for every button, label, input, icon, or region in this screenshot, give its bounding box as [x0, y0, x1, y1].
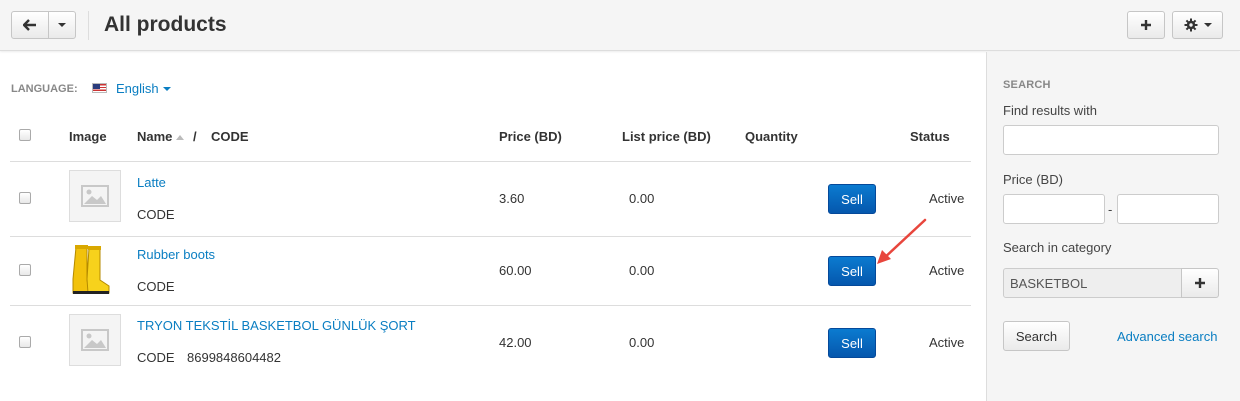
rubber-boots-icon: [72, 245, 110, 294]
toolbar-divider: [88, 11, 89, 40]
row-divider: [10, 305, 971, 306]
sell-button[interactable]: Sell: [828, 328, 876, 358]
arrow-left-icon: [23, 19, 36, 31]
caret-down-icon: [58, 23, 66, 27]
sell-button[interactable]: Sell: [828, 256, 876, 286]
language-value: English: [116, 81, 159, 96]
product-code-label: CODE: [137, 279, 175, 294]
product-image-placeholder[interactable]: [69, 170, 121, 222]
price-cell[interactable]: 42.00: [499, 335, 532, 350]
plus-icon: [1141, 20, 1151, 30]
language-label: LANGUAGE:: [11, 83, 78, 95]
column-header-separator: /: [193, 129, 197, 144]
language-selector[interactable]: English: [116, 81, 171, 96]
settings-dropdown-button[interactable]: [1172, 11, 1223, 39]
column-header-quantity[interactable]: Quantity: [745, 129, 798, 144]
product-code-value: 8699848604482: [187, 350, 281, 365]
advanced-search-link[interactable]: Advanced search: [1117, 329, 1217, 344]
caret-down-icon: [162, 86, 171, 91]
us-flag-icon: [92, 83, 107, 93]
price-cell[interactable]: 3.60: [499, 191, 524, 206]
row-checkbox[interactable]: [19, 264, 31, 276]
price-label: Price (BD): [1003, 172, 1063, 187]
price-range-separator: -: [1108, 202, 1113, 217]
sell-button[interactable]: Sell: [828, 184, 876, 214]
status-cell[interactable]: Active: [929, 263, 964, 278]
product-code-label: CODE: [137, 207, 175, 222]
row-divider: [10, 236, 971, 237]
price-to-input[interactable]: [1117, 194, 1219, 224]
list-price-cell[interactable]: 0.00: [629, 335, 654, 350]
column-header-name[interactable]: Name: [137, 129, 185, 144]
list-price-cell[interactable]: 0.00: [629, 191, 654, 206]
product-code-label: CODE: [137, 350, 175, 365]
product-image-rubber-boots[interactable]: [67, 243, 113, 297]
search-sidebar: SEARCH Find results with Price (BD) - Se…: [986, 52, 1240, 401]
column-header-price[interactable]: Price (BD): [499, 129, 562, 144]
top-toolbar: All products: [0, 0, 1240, 51]
select-all-checkbox[interactable]: [19, 129, 31, 141]
product-name-link[interactable]: Latte: [137, 175, 166, 190]
status-cell[interactable]: Active: [929, 335, 964, 350]
find-results-input[interactable]: [1003, 125, 1219, 155]
category-label: Search in category: [1003, 240, 1112, 255]
product-name-link[interactable]: Rubber boots: [137, 247, 215, 262]
price-from-input[interactable]: [1003, 194, 1105, 224]
category-field[interactable]: BASKETBOL: [1003, 268, 1182, 298]
sort-arrow-icon: [176, 134, 185, 140]
row-checkbox[interactable]: [19, 192, 31, 204]
column-header-name-label: Name: [137, 129, 173, 144]
annotation-arrow-icon: [877, 218, 927, 264]
back-button[interactable]: [11, 11, 49, 39]
product-image-placeholder[interactable]: [69, 314, 121, 366]
gear-icon: [1184, 18, 1197, 32]
price-cell[interactable]: 60.00: [499, 263, 532, 278]
back-history-dropdown[interactable]: [48, 11, 76, 39]
sidebar-heading: SEARCH: [1003, 79, 1051, 91]
column-header-list-price[interactable]: List price (BD): [622, 129, 711, 144]
find-results-label: Find results with: [1003, 103, 1097, 118]
row-checkbox[interactable]: [19, 336, 31, 348]
column-header-code[interactable]: CODE: [211, 129, 249, 144]
plus-icon: [1195, 278, 1205, 288]
image-placeholder-icon: [81, 185, 109, 207]
image-placeholder-icon: [81, 329, 109, 351]
status-cell[interactable]: Active: [929, 191, 964, 206]
add-category-button[interactable]: [1181, 268, 1219, 298]
search-button[interactable]: Search: [1003, 321, 1070, 351]
list-price-cell[interactable]: 0.00: [629, 263, 654, 278]
page-title: All products: [104, 13, 227, 36]
caret-down-icon: [1203, 23, 1212, 27]
column-header-image: Image: [69, 129, 107, 144]
add-product-button[interactable]: [1127, 11, 1165, 39]
row-divider: [10, 161, 971, 162]
column-header-status[interactable]: Status: [910, 129, 950, 144]
product-name-link[interactable]: TRYON TEKSTİL BASKETBOL GÜNLÜK ŞORT: [137, 318, 416, 333]
